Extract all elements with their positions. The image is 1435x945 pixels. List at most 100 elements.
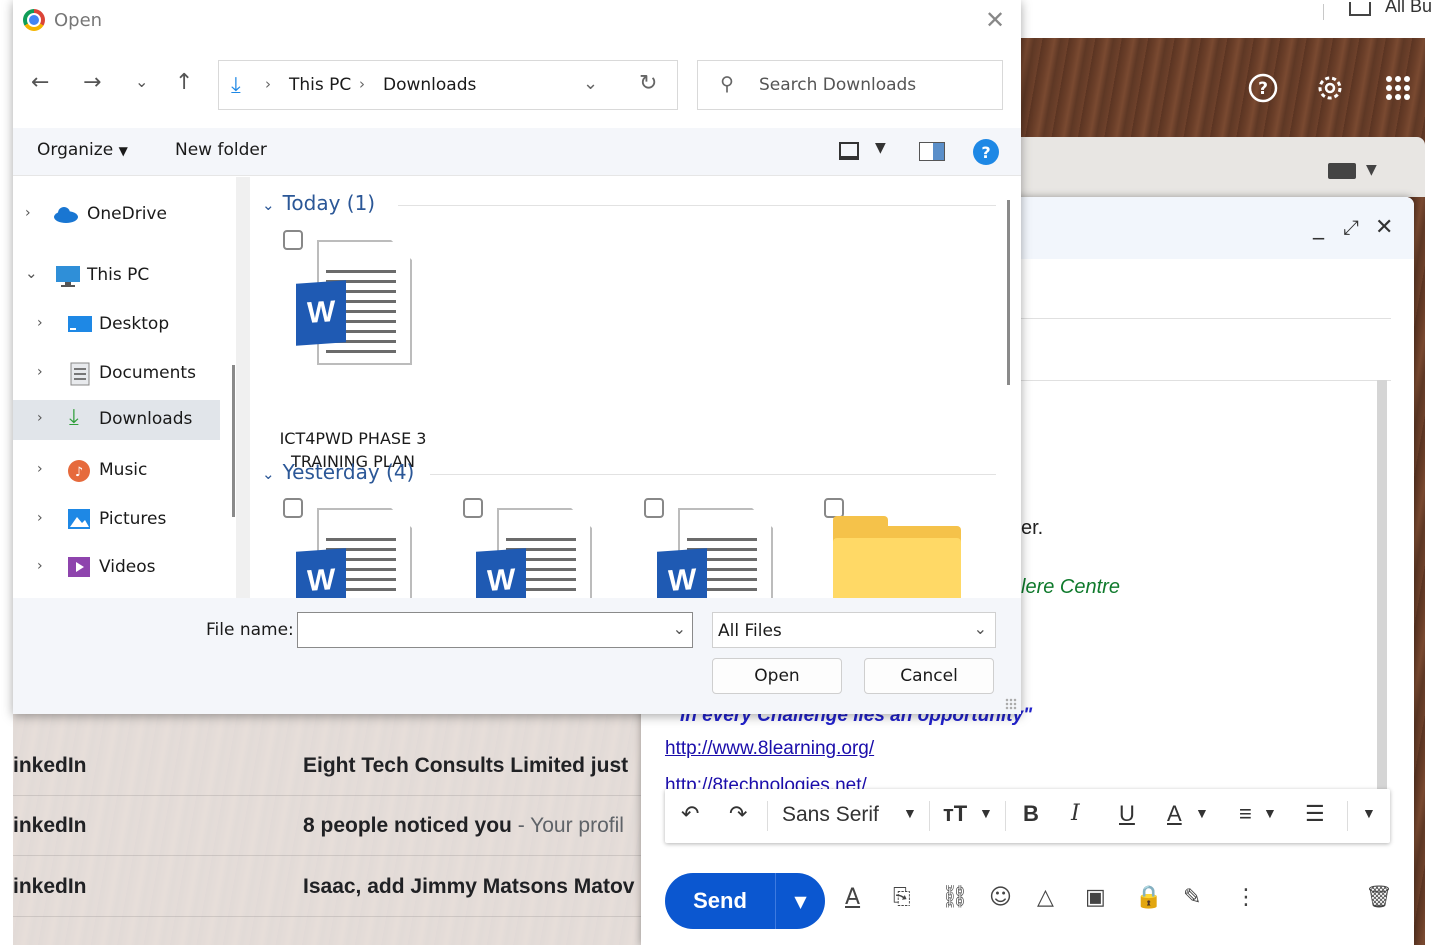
group-header-yesterday[interactable]: ⌄ Yesterday (4) <box>262 460 414 490</box>
font-family-select[interactable]: Sans Serif <box>782 803 879 827</box>
file-item[interactable]: W <box>458 498 608 598</box>
minimize-icon[interactable]: _ <box>1313 215 1324 240</box>
new-folder-button[interactable]: New folder <box>175 140 267 160</box>
file-checkbox[interactable] <box>463 498 483 518</box>
text-color-icon[interactable]: A <box>1167 801 1182 827</box>
caret-down-icon[interactable]: ▼ <box>1263 805 1277 821</box>
chevron-right-icon[interactable]: › <box>37 315 43 331</box>
chevron-down-icon[interactable]: ⌄ <box>262 196 275 214</box>
apps-grid-icon[interactable] <box>1380 70 1416 106</box>
tree-item-desktop[interactable]: › Desktop <box>37 305 232 345</box>
breadcrumb-downloads[interactable]: Downloads <box>383 75 476 95</box>
send-button[interactable]: Send <box>665 873 775 929</box>
breadcrumb-this-pc[interactable]: This PC <box>289 75 351 95</box>
text-size-icon[interactable]: тT <box>943 801 967 827</box>
caret-down-icon[interactable]: ▼ <box>1366 162 1377 178</box>
file-type-select[interactable]: All Files ⌄ <box>712 612 996 648</box>
chevron-down-icon[interactable]: ⌄ <box>262 465 275 483</box>
attach-icon[interactable]: ⎘ <box>893 885 911 910</box>
up-arrow-icon[interactable]: ↑ <box>175 70 193 95</box>
redo-icon[interactable]: ↷ <box>729 801 747 827</box>
photo-icon[interactable]: ▣ <box>1085 885 1106 910</box>
caret-down-icon[interactable]: ▼ <box>903 805 917 821</box>
signature-pen-icon[interactable]: ✎ <box>1183 885 1201 910</box>
pane-splitter[interactable] <box>236 177 250 598</box>
resize-grip-icon[interactable] <box>1005 698 1017 710</box>
search-input[interactable]: Search Downloads <box>759 75 916 95</box>
open-button[interactable]: Open <box>712 658 842 694</box>
chevron-down-icon[interactable]: ⌄ <box>583 73 598 94</box>
tree-item-downloads[interactable]: › ⤓ Downloads <box>13 400 220 440</box>
help-circle-icon[interactable]: ? <box>1245 70 1281 106</box>
keyboard-icon[interactable] <box>1328 163 1356 179</box>
more-formatting-icon[interactable]: ▼ <box>1362 805 1376 821</box>
tree-item-documents[interactable]: › Documents <box>37 354 232 394</box>
file-item[interactable]: W <box>278 498 428 598</box>
tree-item-videos[interactable]: › Videos <box>37 548 232 588</box>
undo-icon[interactable]: ↶ <box>681 801 699 827</box>
settings-gear-icon[interactable] <box>1312 70 1348 106</box>
caret-down-icon[interactable]: ▼ <box>875 140 886 156</box>
search-box[interactable]: ⚲ Search Downloads <box>697 60 1003 110</box>
numbered-list-icon[interactable]: ☰ <box>1305 801 1325 827</box>
close-icon[interactable]: ✕ <box>1375 215 1393 240</box>
help-icon[interactable]: ? <box>973 139 999 165</box>
preview-pane-icon[interactable] <box>919 142 945 161</box>
file-name-input[interactable]: ⌄ <box>297 612 693 648</box>
email-row[interactable]: inkedIn Isaac, add Jimmy Matsons Matov <box>13 857 641 917</box>
organize-button[interactable]: Organize ▼ <box>37 140 128 160</box>
chevron-right-icon[interactable]: › <box>37 558 43 574</box>
file-item[interactable]: W ICT4PWD PHASE 3 TRAINING PLAN <box>278 230 428 471</box>
file-checkbox[interactable] <box>644 498 664 518</box>
tree-item-music[interactable]: › ♪ Music <box>37 451 232 491</box>
chevron-right-icon[interactable]: › <box>37 364 43 380</box>
formatting-options-icon[interactable]: A <box>845 885 860 910</box>
file-checkbox[interactable] <box>824 498 844 518</box>
chevron-down-icon[interactable]: ⌄ <box>974 619 987 638</box>
cancel-button[interactable]: Cancel <box>864 658 994 694</box>
drive-icon[interactable]: △ <box>1037 885 1054 910</box>
file-item[interactable]: W <box>639 498 789 598</box>
signature-link[interactable]: http://www.8learning.org/ <box>665 738 874 760</box>
group-header-today[interactable]: ⌄ Today (1) <box>262 191 375 221</box>
checkbox-icon[interactable] <box>1349 2 1371 16</box>
tree-item-onedrive[interactable]: › OneDrive <box>25 195 225 235</box>
email-row[interactable]: inkedIn Eight Tech Consults Limited just <box>13 736 641 796</box>
chevron-down-icon[interactable]: ⌄ <box>25 264 38 282</box>
close-icon[interactable]: ✕ <box>985 6 1005 34</box>
chevron-down-icon[interactable]: ⌄ <box>673 619 686 638</box>
caret-down-icon[interactable]: ▼ <box>979 805 993 821</box>
confidential-lock-icon[interactable]: 🔒 <box>1135 885 1162 910</box>
underline-icon[interactable]: U <box>1119 801 1135 827</box>
signature-link[interactable]: http://8technologies.net/ <box>665 775 867 789</box>
italic-icon[interactable]: I <box>1071 801 1080 826</box>
bold-icon[interactable]: B <box>1023 801 1039 827</box>
caret-down-icon[interactable]: ▼ <box>1195 805 1209 821</box>
forward-arrow-icon[interactable]: → <box>83 70 101 95</box>
chevron-right-icon[interactable]: › <box>37 510 43 526</box>
chevron-right-icon[interactable]: › <box>37 410 43 426</box>
change-view-icon[interactable] <box>839 142 859 160</box>
align-icon[interactable]: ≡ <box>1239 801 1252 827</box>
file-list-scrollbar[interactable] <box>1007 200 1010 385</box>
compose-scrollbar[interactable] <box>1377 380 1387 790</box>
emoji-icon[interactable]: ☺ <box>989 885 1012 910</box>
email-row[interactable]: inkedIn 8 people noticed you - Your prof… <box>13 796 641 856</box>
expand-icon[interactable]: ⤢ <box>1343 215 1359 239</box>
file-checkbox[interactable] <box>283 498 303 518</box>
back-arrow-icon[interactable]: ← <box>31 70 49 95</box>
refresh-icon[interactable]: ↻ <box>639 71 657 96</box>
chevron-right-icon[interactable]: › <box>25 205 31 221</box>
send-options-icon[interactable]: ▼ <box>775 873 825 929</box>
file-checkbox[interactable] <box>283 230 303 250</box>
folder-item[interactable] <box>819 498 969 598</box>
tree-item-pictures[interactable]: › Pictures <box>37 500 232 540</box>
more-options-icon[interactable]: ⋮ <box>1235 885 1257 910</box>
trash-icon[interactable]: 🗑 <box>1365 885 1393 910</box>
link-icon[interactable]: ⛓ <box>941 885 969 910</box>
nav-pane-scrollbar[interactable] <box>232 365 235 517</box>
chevron-right-icon[interactable]: › <box>37 461 43 477</box>
tree-item-this-pc[interactable]: ⌄ This PC <box>25 256 225 296</box>
address-bar[interactable]: ⤓ › This PC › Downloads ⌄ ↻ <box>218 60 678 110</box>
recent-locations-chevron-icon[interactable]: ⌄ <box>135 72 148 91</box>
